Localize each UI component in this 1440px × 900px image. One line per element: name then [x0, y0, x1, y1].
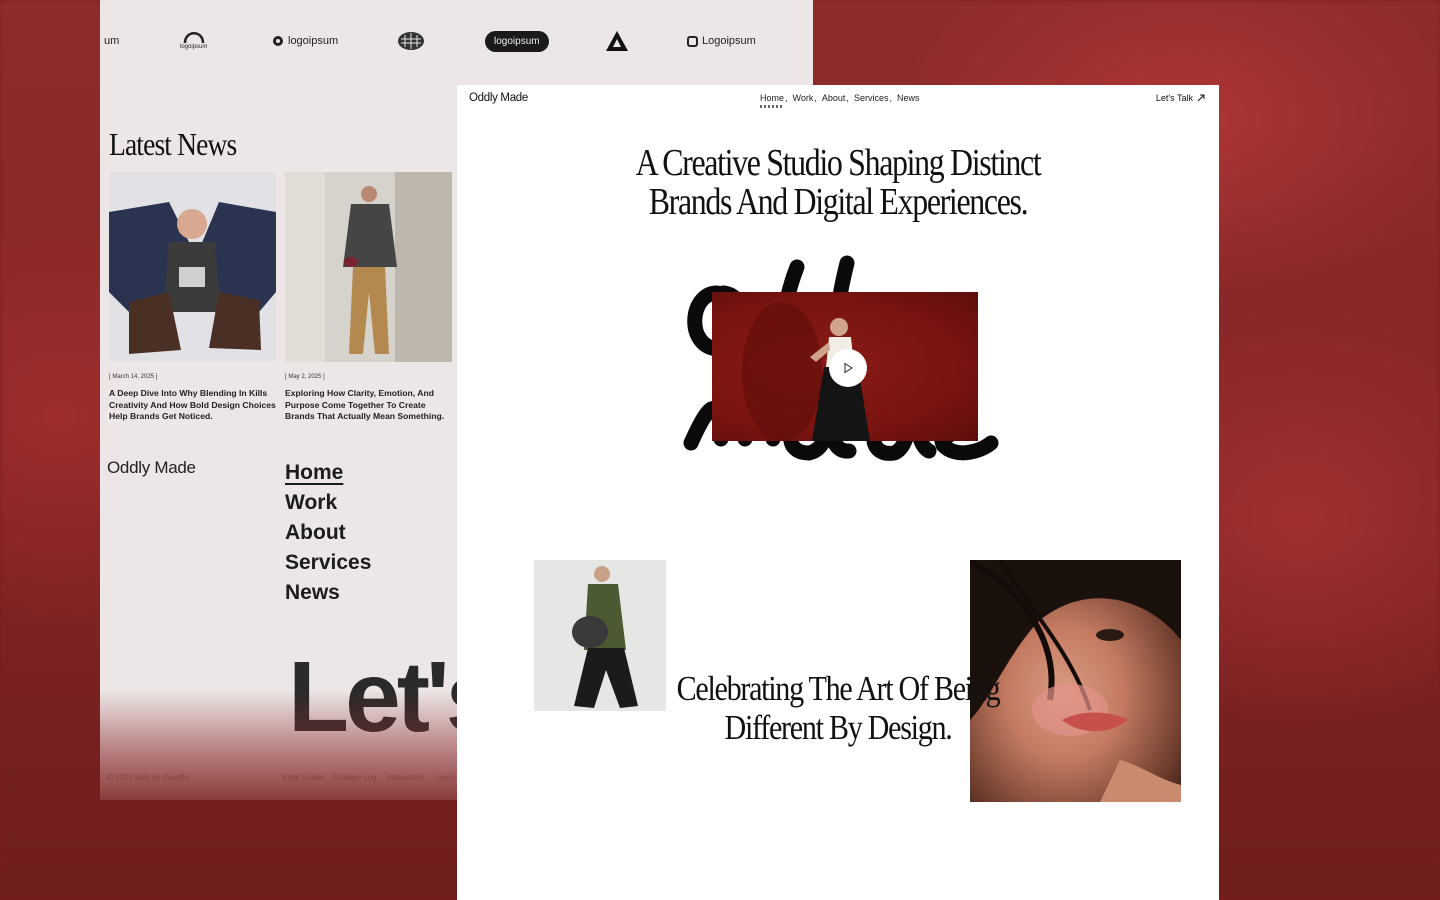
logo-text: logoipsum — [180, 44, 208, 50]
nav-separator: , — [785, 93, 788, 103]
news-card[interactable]: [ May 2, 2025 ] Exploring How Clarity, E… — [285, 172, 452, 423]
nav-separator: , — [846, 93, 849, 103]
square-icon — [687, 35, 698, 47]
footer-link-licen[interactable]: Licen — [436, 773, 455, 782]
footer-nav-about[interactable]: About — [285, 518, 371, 548]
person-standing-image — [285, 172, 452, 362]
logo-item: logoipsum — [180, 28, 207, 54]
showreel-video[interactable] — [712, 292, 978, 441]
hero-heading-line-1: A Creative Studio Shaping Distinct — [635, 142, 1042, 184]
latest-news-heading: Latest News — [109, 126, 237, 162]
main-nav: Home, Work, About, Services, News — [760, 93, 920, 108]
news-date: [ March 14, 2025 ] — [109, 374, 158, 380]
logo-item: logoipsum — [485, 28, 549, 54]
homepage-preview: Oddly Made Home, Work, About, Services, … — [457, 85, 1219, 900]
logo-item — [397, 28, 425, 54]
footer-nav-work[interactable]: Work — [285, 488, 371, 518]
nav-separator: , — [814, 93, 817, 103]
news-card-image[interactable] — [285, 172, 452, 362]
play-icon — [844, 362, 853, 374]
nav-work[interactable]: Work — [793, 93, 814, 103]
tagline-line-2: Different By Design. — [724, 708, 953, 747]
logo-item: Logoipsum — [687, 28, 756, 54]
nav-services[interactable]: Services — [854, 93, 889, 103]
triangle-icon — [606, 31, 628, 51]
logo-text: logoipsum — [288, 35, 339, 47]
nav-home[interactable]: Home — [760, 93, 785, 108]
header: Oddly Made Home, Work, About, Services, … — [457, 85, 1219, 113]
logo-text: logoipsum — [485, 30, 549, 52]
person-sitting-image — [109, 172, 276, 362]
news-card[interactable]: [ March 14, 2025 ] A Deep Dive Into Why … — [109, 172, 276, 423]
arrow-up-right-icon — [1197, 94, 1205, 102]
footer-nav-services[interactable]: Services — [285, 548, 371, 578]
nav-about[interactable]: About — [822, 93, 846, 103]
tagline-heading: Celebrating The Art Of Being Different B… — [510, 669, 1165, 747]
logo-item — [605, 28, 629, 54]
news-card-image[interactable] — [109, 172, 276, 362]
nav-news[interactable]: News — [897, 93, 920, 103]
logo-item: um — [104, 28, 119, 54]
news-title[interactable]: Exploring How Clarity, Emotion, And Purp… — [285, 388, 452, 423]
footer-link-change-log[interactable]: Change Log — [333, 773, 377, 782]
hero-heading: A Creative Studio Shaping Distinct Brand… — [518, 144, 1158, 222]
tagline-line-1: Celebrating The Art Of Being — [676, 669, 1001, 708]
news-date: [ May 2, 2025 ] — [285, 374, 325, 380]
footer-copyright: © 2025 built by Pixelflix — [107, 773, 190, 782]
circle-pattern-icon — [398, 32, 424, 50]
logo-text: um — [104, 35, 120, 47]
footer-nav-news[interactable]: News — [285, 578, 371, 608]
arch-icon — [183, 32, 204, 44]
footer-nav: Home Work About Services News — [285, 458, 371, 608]
lets-talk-label: Let's Talk — [1155, 93, 1193, 103]
play-button[interactable] — [829, 349, 867, 387]
logo-text: Logoipsum — [702, 35, 756, 47]
hero-heading-line-2: Brands And Digital Experiences. — [648, 181, 1029, 223]
footer-link-style-guide[interactable]: Style Guide — [282, 773, 323, 782]
logo-strip: um logoipsum logoipsum logoipsum Logoips… — [100, 28, 813, 54]
news-title[interactable]: A Deep Dive Into Why Blending In Kills C… — [109, 388, 276, 423]
lets-talk-button[interactable]: Let's Talk — [1156, 93, 1205, 103]
logo-item: logoipsum — [272, 28, 338, 54]
nav-separator: , — [889, 93, 892, 103]
site-logo[interactable]: Oddly Made — [469, 92, 528, 104]
gear-icon — [273, 36, 283, 46]
footer-link-instruction[interactable]: Instruction — [387, 773, 424, 782]
footer-brand[interactable]: Oddly Made — [107, 458, 196, 478]
footer-nav-home[interactable]: Home — [285, 458, 371, 488]
